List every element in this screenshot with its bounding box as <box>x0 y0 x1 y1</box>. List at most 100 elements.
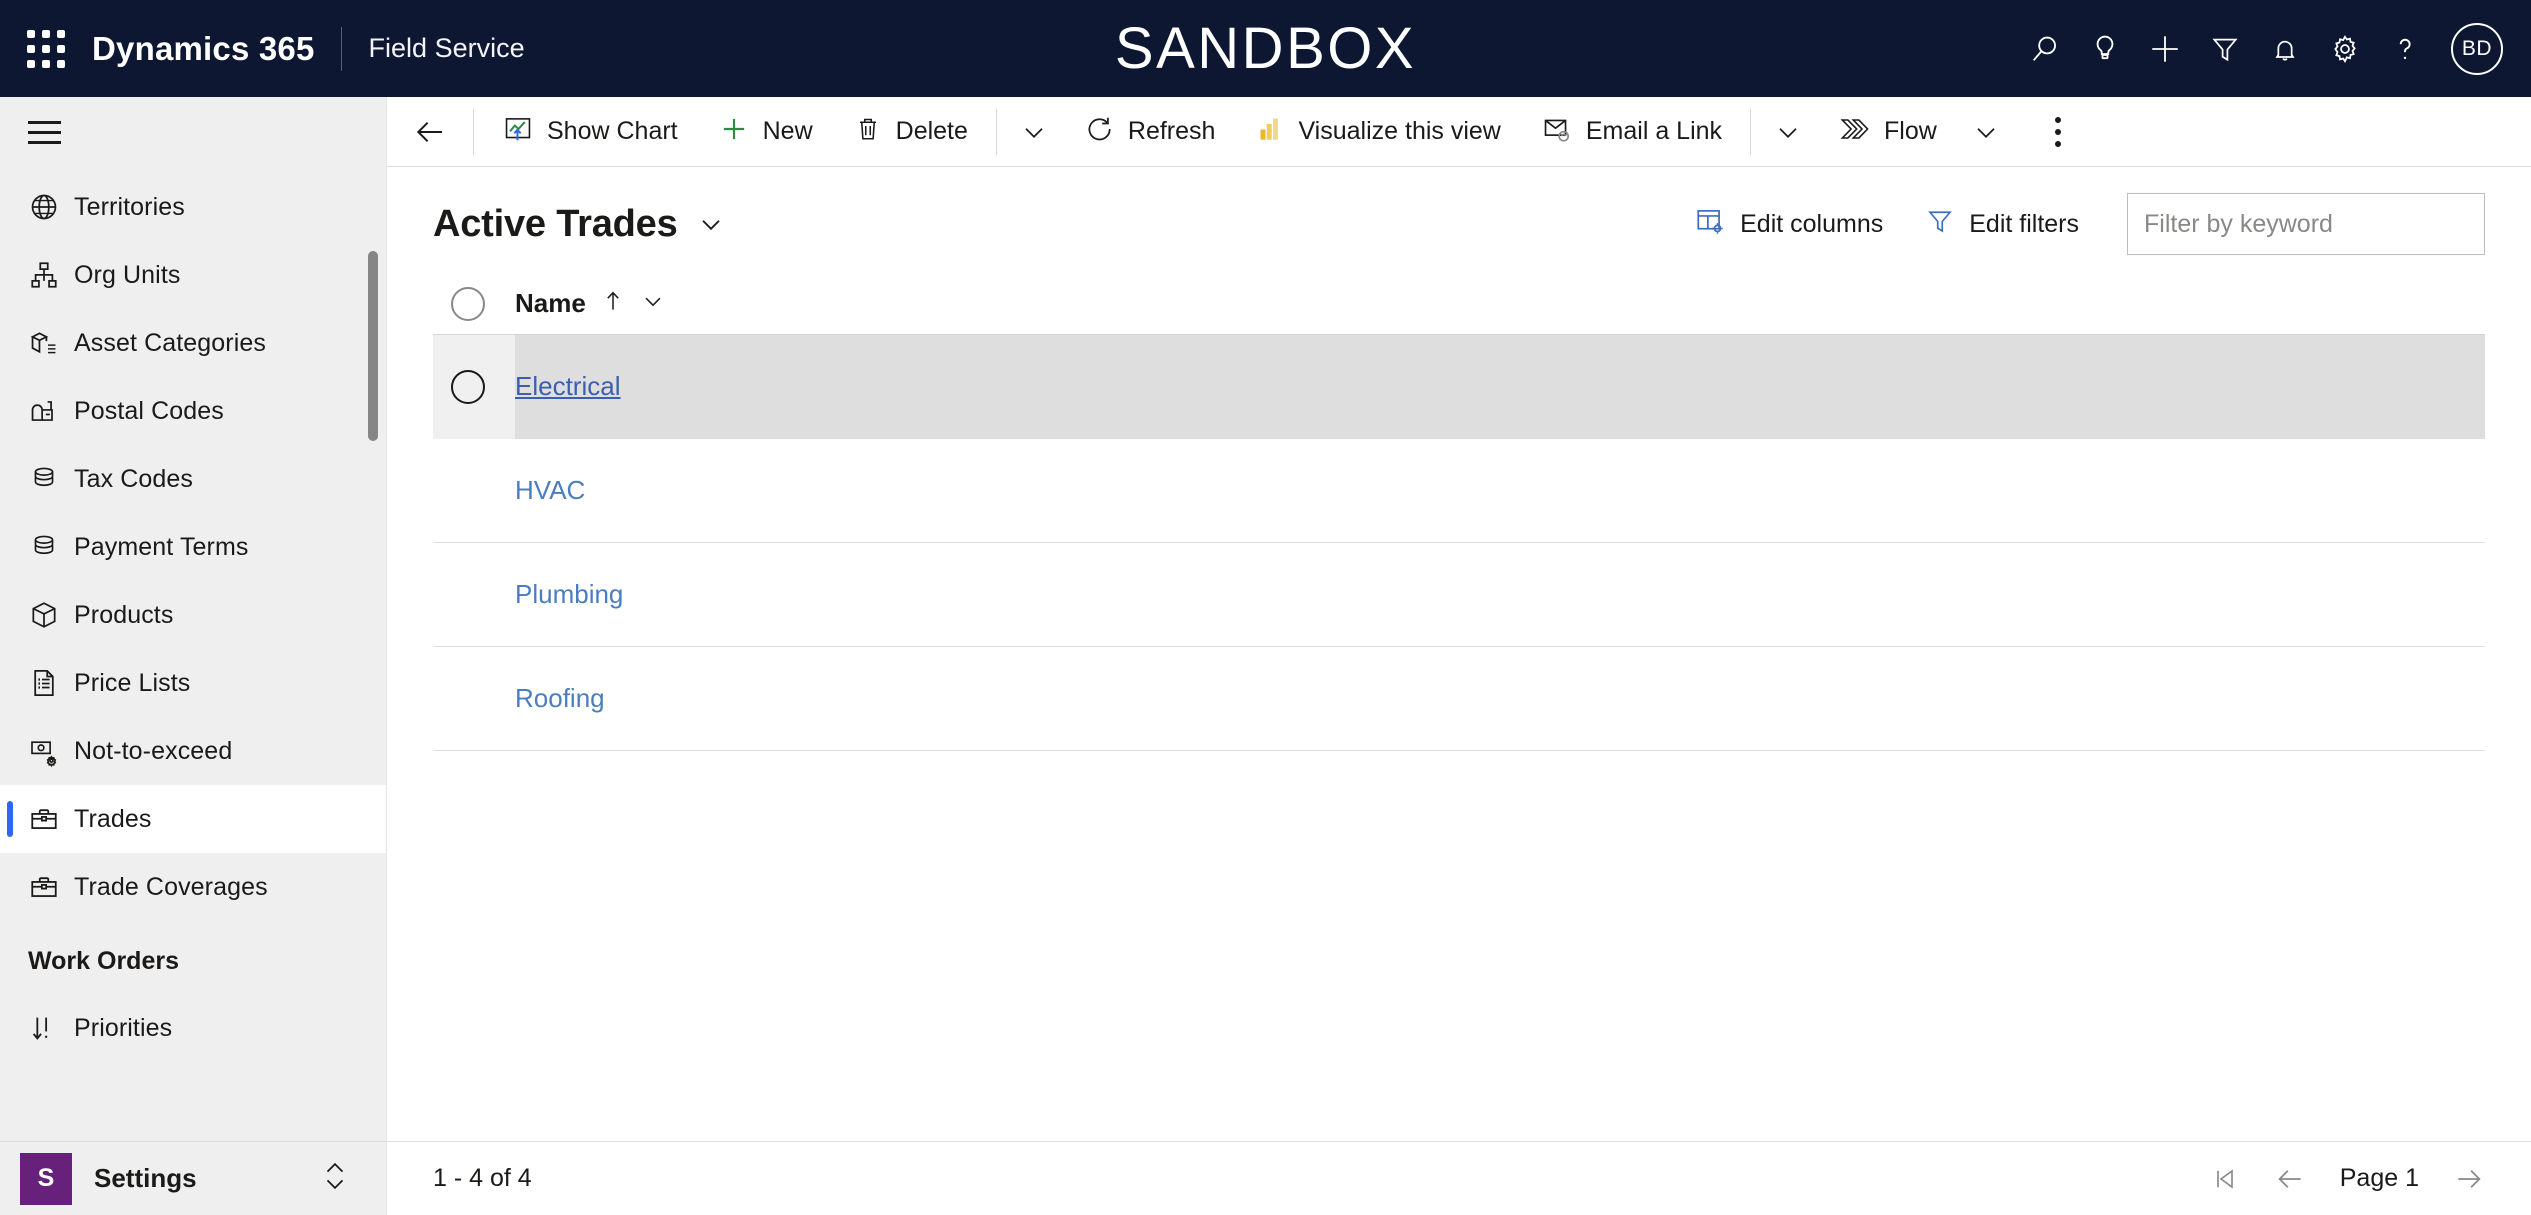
table-row[interactable]: Roofing <box>433 647 2485 751</box>
arrow-up-icon <box>600 288 626 319</box>
column-header-name[interactable]: Name <box>515 288 666 319</box>
app-launcher-icon[interactable] <box>0 0 92 97</box>
sidebar-item-org-units[interactable]: Org Units <box>0 241 386 309</box>
select-all-cell[interactable] <box>433 286 515 321</box>
chevron-down-icon[interactable] <box>1005 97 1063 167</box>
toolbox-icon <box>28 803 74 835</box>
sidebar-scrollbar[interactable] <box>368 251 378 441</box>
flow-icon <box>1837 114 1871 149</box>
coins-icon <box>28 531 74 563</box>
chevron-down-icon[interactable] <box>1759 97 1817 167</box>
delete-button[interactable]: Delete <box>833 97 988 167</box>
row-name-cell: Roofing <box>515 683 605 714</box>
sidebar-item-label: Priorities <box>74 1013 173 1042</box>
command-divider <box>473 108 474 155</box>
refresh-label: Refresh <box>1127 117 1216 145</box>
refresh-icon <box>1083 113 1115 150</box>
command-divider <box>1750 108 1752 155</box>
row-select-cell[interactable] <box>433 334 515 439</box>
sidebar-item-trades[interactable]: Trades <box>0 785 386 853</box>
sidebar-item-postal-codes[interactable]: Postal Codes <box>0 377 386 445</box>
powerbi-icon <box>1255 114 1285 149</box>
flow-button[interactable]: Flow <box>1817 97 1957 167</box>
row-name-link[interactable]: HVAC <box>515 475 585 506</box>
sidebar-item-payment-terms[interactable]: Payment Terms <box>0 513 386 581</box>
previous-page-icon[interactable] <box>2274 1163 2306 1195</box>
back-arrow-icon[interactable] <box>395 97 465 167</box>
chevron-down-icon[interactable] <box>640 288 666 319</box>
select-all-circle-icon[interactable] <box>451 286 485 321</box>
app-root: Dynamics 365 Field Service SANDBOX BD Te… <box>0 0 2531 1215</box>
avatar[interactable]: BD <box>2451 22 2503 75</box>
sidebar-item-tax-codes[interactable]: Tax Codes <box>0 445 386 513</box>
org-chart-icon <box>28 259 74 291</box>
visualize-this-view-button[interactable]: Visualize this view <box>1235 97 1520 167</box>
more-vertical-icon[interactable] <box>2029 97 2087 167</box>
money-gear-icon <box>28 735 74 767</box>
app-name-label[interactable]: Field Service <box>342 33 525 64</box>
sidebar: Territories Org Units Asset Categories P… <box>0 97 387 1215</box>
grid-empty-space <box>387 751 2531 1141</box>
new-label: New <box>762 117 813 145</box>
settings-label: Settings <box>94 1163 197 1193</box>
sidebar-item-label: Payment Terms <box>74 532 249 561</box>
row-name-cell: Plumbing <box>515 579 623 610</box>
chevron-down-icon[interactable] <box>1957 97 2015 167</box>
hamburger-icon[interactable] <box>0 97 386 167</box>
grid-header-row: Name <box>433 273 2485 335</box>
sidebar-group-title: Work Orders <box>28 947 179 975</box>
gear-icon[interactable] <box>2315 0 2375 97</box>
data-grid: Name Electrical HVAC Plumbing Roofing <box>387 273 2531 1141</box>
table-row[interactable]: Electrical <box>433 334 2485 439</box>
sidebar-item-label: Territories <box>74 192 185 221</box>
new-button[interactable]: New <box>698 97 833 167</box>
pagination: Page 1 <box>2210 1163 2485 1195</box>
next-page-icon[interactable] <box>2453 1163 2485 1195</box>
filter-icon[interactable] <box>2195 0 2255 97</box>
sidebar-item-label: Products <box>74 600 174 629</box>
main-content: Show Chart New Delete Refresh Visualize … <box>387 97 2531 1215</box>
sidebar-item-asset-categories[interactable]: Asset Categories <box>0 309 386 377</box>
chevron-up-down-icon[interactable] <box>320 1156 386 1201</box>
sidebar-item-price-lists[interactable]: Price Lists <box>0 649 386 717</box>
brand-title[interactable]: Dynamics 365 <box>92 30 341 68</box>
sidebar-item-products[interactable]: Products <box>0 581 386 649</box>
refresh-button[interactable]: Refresh <box>1063 97 1236 167</box>
grid-footer: 1 - 4 of 4 Page 1 <box>387 1141 2531 1215</box>
page-title[interactable]: Active Trades <box>433 203 678 246</box>
chart-icon <box>502 113 534 150</box>
edit-filters-button[interactable]: Edit filters <box>1909 196 2095 253</box>
sidebar-nav: Territories Org Units Asset Categories P… <box>0 167 386 1141</box>
sidebar-item-not-to-exceed[interactable]: Not-to-exceed <box>0 717 386 785</box>
edit-columns-label: Edit columns <box>1740 209 1884 238</box>
plus-icon[interactable] <box>2135 0 2195 97</box>
row-name-link[interactable]: Roofing <box>515 683 605 714</box>
chevron-down-icon[interactable] <box>696 209 726 239</box>
bell-icon[interactable] <box>2255 0 2315 97</box>
plus-icon <box>718 113 750 150</box>
search-box[interactable] <box>2127 193 2485 255</box>
row-name-link[interactable]: Plumbing <box>515 579 623 610</box>
lightbulb-icon[interactable] <box>2075 0 2135 97</box>
first-page-icon[interactable] <box>2210 1164 2240 1194</box>
edit-filters-icon <box>1925 206 1955 243</box>
edit-columns-button[interactable]: Edit columns <box>1678 195 1899 254</box>
row-name-link[interactable]: Electrical <box>515 371 620 402</box>
table-row[interactable]: HVAC <box>433 439 2485 543</box>
table-row[interactable]: Plumbing <box>433 543 2485 647</box>
sidebar-item-trade-coverages[interactable]: Trade Coverages <box>0 853 386 921</box>
globe-icon <box>28 191 74 223</box>
flow-label: Flow <box>1884 117 1937 145</box>
search-input[interactable] <box>2144 209 2468 239</box>
email-link-label: Email a Link <box>1585 117 1723 145</box>
row-select-circle-icon[interactable] <box>451 369 485 404</box>
sidebar-item-priorities[interactable]: Priorities <box>0 994 386 1062</box>
show-chart-button[interactable]: Show Chart <box>482 97 698 167</box>
settings-area[interactable]: S Settings <box>0 1141 386 1215</box>
document-list-icon <box>28 667 74 699</box>
question-icon[interactable] <box>2375 0 2435 97</box>
sidebar-item-territories[interactable]: Territories <box>0 173 386 241</box>
email-a-link-button[interactable]: Email a Link <box>1521 97 1742 167</box>
mailbox-icon <box>28 395 74 427</box>
search-icon[interactable] <box>2015 0 2075 97</box>
